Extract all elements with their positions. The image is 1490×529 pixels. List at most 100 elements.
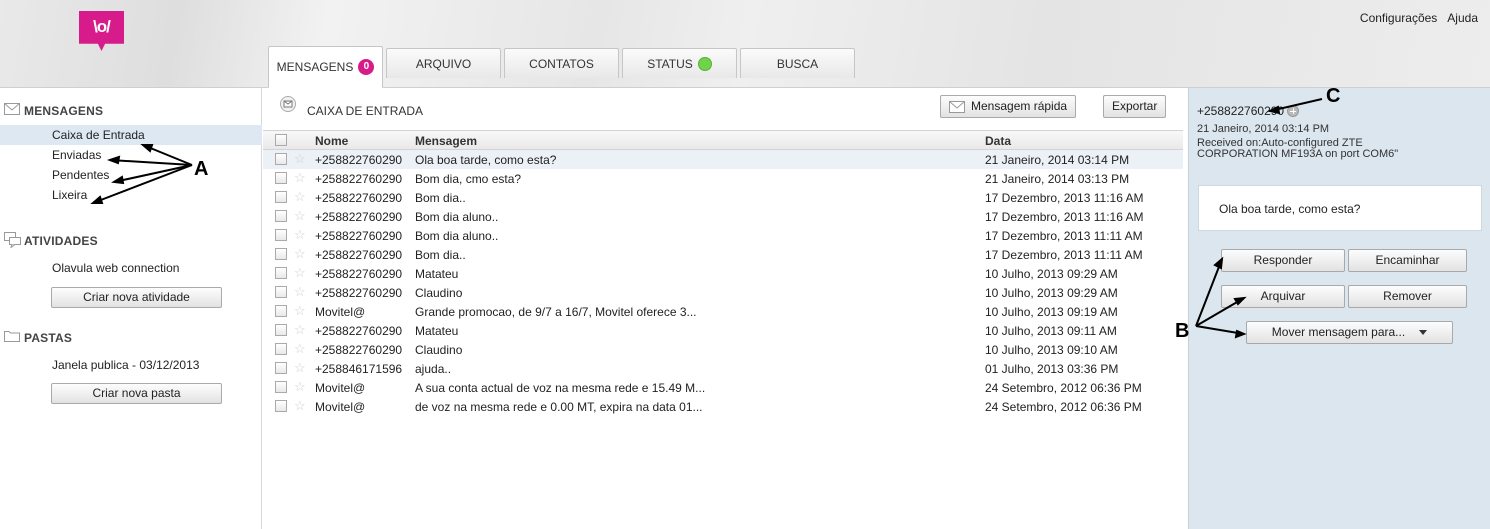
table-row[interactable]: ☆ +258822760290 Matateu 10 Julho, 2013 09:2… [263, 264, 1183, 283]
app-logo[interactable]: \o/ [79, 11, 124, 51]
sidebar-item-folder[interactable]: Janela publica - 03/12/2013 [0, 355, 262, 375]
message-detail-panel: +258822760290 21 Janeiro, 2014 03:14 PM … [1188, 88, 1490, 529]
chevron-down-icon [1419, 330, 1428, 336]
table-row[interactable]: ☆ +258822760290 Bom dia, cmo esta? 21 Janei… [263, 169, 1183, 188]
row-date: 21 Janeiro, 2014 03:13 PM [985, 172, 1130, 186]
star-icon[interactable]: ☆ [294, 227, 306, 243]
row-sender: +258822760290 [315, 153, 403, 167]
row-checkbox[interactable] [275, 210, 287, 222]
table-row[interactable]: ☆ +258822760290 Ola boa tarde, como esta? 2… [263, 150, 1183, 169]
col-message[interactable]: Mensagem [415, 134, 477, 148]
new-activity-button[interactable]: Criar nova atividade [51, 287, 222, 308]
row-date: 10 Julho, 2013 09:29 AM [985, 267, 1118, 281]
detail-received-info: Received on:Auto-configured ZTE CORPORAT… [1197, 137, 1399, 160]
new-folder-button[interactable]: Criar nova pasta [51, 383, 222, 404]
table-row[interactable]: ☆ Movitel@ A sua conta actual de voz na me… [263, 378, 1183, 397]
col-date[interactable]: Data [985, 134, 1011, 148]
message-list-panel: CAIXA DE ENTRADA Mensagem rápida Exporta… [263, 88, 1188, 529]
table-row[interactable]: ☆ +258822760290 Claudino 10 Julho, 2013 09:… [263, 283, 1183, 302]
star-icon[interactable]: ☆ [294, 398, 306, 414]
table-row[interactable]: ☆ +258822760290 Bom dia aluno.. 17 Dezembro… [263, 207, 1183, 226]
row-checkbox[interactable] [275, 305, 287, 317]
forward-button[interactable]: Encaminhar [1348, 249, 1467, 272]
row-sender: Movitel@ [315, 305, 366, 319]
star-icon[interactable]: ☆ [294, 246, 306, 262]
page-title: CAIXA DE ENTRADA [307, 104, 424, 118]
unread-count-badge: 0 [358, 59, 375, 75]
move-message-dropdown[interactable]: Mover mensagem para... [1246, 321, 1453, 344]
row-checkbox[interactable] [275, 286, 287, 298]
row-checkbox[interactable] [275, 324, 287, 336]
sidebar-item-trash[interactable]: Lixeira [0, 185, 262, 205]
sidebar-item-sent[interactable]: Enviadas [0, 145, 262, 165]
row-date: 01 Julho, 2013 03:36 PM [985, 362, 1119, 376]
col-name[interactable]: Nome [315, 134, 348, 148]
star-icon[interactable]: ☆ [294, 360, 306, 376]
star-icon[interactable]: ☆ [294, 265, 306, 281]
activities-section-title: ATIVIDADES [4, 232, 98, 248]
table-row[interactable]: ☆ Movitel@ Grande promocao, de 9/7 a 16/7,… [263, 302, 1183, 321]
tab-contatos[interactable]: CONTATOS [504, 48, 619, 78]
star-icon[interactable]: ☆ [294, 379, 306, 395]
message-rows: ☆ +258822760290 Ola boa tarde, como esta? 2… [263, 150, 1183, 416]
row-message: de voz na mesma rede e 0.00 MT, expira n… [415, 400, 703, 414]
star-icon[interactable]: ☆ [294, 189, 306, 205]
star-icon[interactable]: ☆ [294, 341, 306, 357]
row-message: Bom dia, cmo esta? [415, 172, 522, 186]
table-row[interactable]: ☆ Movitel@ de voz na mesma rede e 0.00 MT,… [263, 397, 1183, 416]
help-link[interactable]: Ajuda [1447, 11, 1478, 25]
row-checkbox[interactable] [275, 362, 287, 374]
table-row[interactable]: ☆ +258846171596 ajuda.. 01 Julho, 2013 03:3… [263, 359, 1183, 378]
row-checkbox[interactable] [275, 400, 287, 412]
table-row[interactable]: ☆ +258822760290 Bom dia aluno.. 17 Dezembro… [263, 226, 1183, 245]
row-checkbox[interactable] [275, 229, 287, 241]
table-row[interactable]: ☆ +258822760290 Matateu 10 Julho, 2013 09:1… [263, 321, 1183, 340]
tab-status[interactable]: STATUS [622, 48, 737, 78]
table-row[interactable]: ☆ +258822760290 Bom dia.. 17 Dezembro, 2013… [263, 245, 1183, 264]
row-checkbox[interactable] [275, 343, 287, 355]
export-button[interactable]: Exportar [1103, 95, 1167, 118]
star-icon[interactable]: ☆ [294, 170, 306, 186]
messages-section-title: MENSAGENS [4, 103, 103, 118]
row-sender: +258822760290 [315, 229, 403, 243]
folder-icon [4, 331, 20, 342]
sidebar-item-inbox[interactable]: Caixa de Entrada [0, 125, 262, 145]
tab-arquivo[interactable]: ARQUIVO [386, 48, 501, 78]
row-message: Bom dia aluno.. [415, 229, 499, 243]
reply-button[interactable]: Responder [1221, 249, 1345, 272]
star-icon[interactable]: ☆ [294, 151, 306, 167]
row-date: 10 Julho, 2013 09:10 AM [985, 343, 1118, 357]
row-checkbox[interactable] [275, 381, 287, 393]
row-sender: Movitel@ [315, 400, 366, 414]
row-message: Matateu [415, 324, 459, 338]
star-icon[interactable]: ☆ [294, 208, 306, 224]
row-checkbox[interactable] [275, 153, 287, 165]
tab-busca-label: BUSCA [776, 56, 819, 71]
row-sender: +258846171596 [315, 362, 403, 376]
annotation-label-c: C [1326, 85, 1341, 107]
star-icon[interactable]: ☆ [294, 322, 306, 338]
row-checkbox[interactable] [275, 267, 287, 279]
table-row[interactable]: ☆ +258822760290 Bom dia.. 17 Dezembro, 2013… [263, 188, 1183, 207]
star-icon[interactable]: ☆ [294, 284, 306, 300]
row-sender: +258822760290 [315, 210, 403, 224]
row-checkbox[interactable] [275, 172, 287, 184]
tab-contatos-label: CONTATOS [529, 56, 594, 71]
table-row[interactable]: ☆ +258822760290 Claudino 10 Julho, 2013 09:… [263, 340, 1183, 359]
sidebar: MENSAGENS Caixa de Entrada Enviadas Pend… [0, 88, 262, 529]
select-all-checkbox[interactable] [275, 134, 287, 146]
sidebar-item-activity[interactable]: Olavula web connection [0, 258, 262, 278]
star-icon[interactable]: ☆ [294, 303, 306, 319]
sidebar-item-pending[interactable]: Pendentes [0, 165, 262, 185]
annotation-label-a: A [194, 158, 209, 180]
archive-button[interactable]: Arquivar [1221, 285, 1345, 308]
quick-message-button[interactable]: Mensagem rápida [940, 95, 1077, 118]
add-contact-icon[interactable] [1287, 105, 1300, 117]
tab-busca[interactable]: BUSCA [740, 48, 855, 78]
settings-link[interactable]: Configurações [1360, 11, 1437, 25]
tab-mensagens[interactable]: MENSAGENS 0 [268, 46, 383, 88]
remove-button[interactable]: Remover [1348, 285, 1467, 308]
row-checkbox[interactable] [275, 191, 287, 203]
move-message-label: Mover mensagem para... [1271, 325, 1406, 339]
row-checkbox[interactable] [275, 248, 287, 260]
